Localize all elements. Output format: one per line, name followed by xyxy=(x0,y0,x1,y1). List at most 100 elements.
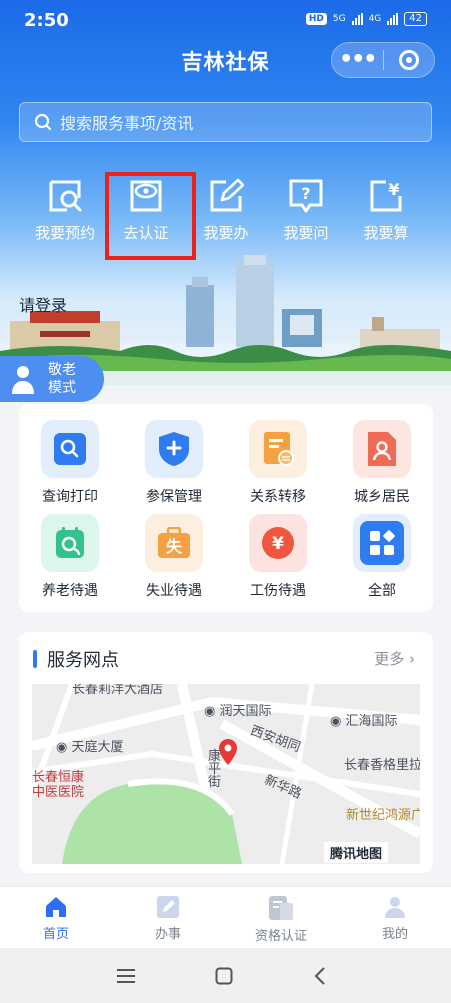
service-unemployment[interactable]: 失 失业待遇 xyxy=(129,514,219,600)
tab-mine[interactable]: 我的 xyxy=(339,887,451,949)
map-label-huihai: ◉ 汇海国际 xyxy=(330,714,398,729)
service-tile xyxy=(41,514,99,572)
service-pension[interactable]: 养老待遇 xyxy=(25,514,115,600)
system-navigation-bar xyxy=(0,948,451,1003)
map-label-changchun-xiang: 长春香格里拉 xyxy=(344,758,420,773)
quick-action-handle[interactable]: 我要办 xyxy=(186,178,266,243)
pension-icon xyxy=(56,527,84,558)
battery-icon: 42 xyxy=(404,12,427,26)
search-placeholder: 搜索服务事项/资讯 xyxy=(60,114,194,133)
tab-label: 办事 xyxy=(154,927,181,942)
service-tile: ¥ xyxy=(249,514,307,572)
quick-action-label: 我要问 xyxy=(283,224,329,242)
more-options-icon[interactable]: ••• xyxy=(332,49,383,71)
tab-label: 首页 xyxy=(42,927,69,942)
search-icon xyxy=(34,113,52,131)
service-label: 工伤待遇 xyxy=(250,583,306,599)
map-view[interactable]: 长春莉洋大酒店 ◉ 润天国际 ◉ 汇海国际 ◉ 天庭大厦 西安胡同 康平街 长春… xyxy=(32,684,420,864)
tencent-map-logo: 腾讯地图 xyxy=(324,842,389,863)
elder-person-icon xyxy=(12,366,34,394)
calendar-search-icon xyxy=(49,180,82,212)
status-indicators: HD 5G 4G 42 xyxy=(305,12,427,26)
svg-text:失: 失 xyxy=(166,537,183,556)
tab-label: 我的 xyxy=(381,927,408,942)
tencent-map-logo-text: 腾讯地图 xyxy=(330,847,383,862)
services-card: 查询打印 参保管理 关系转移 城乡居民 养老待遇 失 失业待遇 ¥ 工伤待遇 全… xyxy=(19,404,433,612)
target-icon xyxy=(398,50,419,70)
unemployment-icon: 失 xyxy=(158,527,190,558)
map-label-top: 长春莉洋大酒店 xyxy=(72,684,164,697)
transfer-document-icon xyxy=(264,432,294,466)
quick-action-calculate[interactable]: ¥ 我要算 xyxy=(346,178,426,243)
service-tile xyxy=(249,420,307,478)
service-urban-rural-residents[interactable]: 城乡居民 xyxy=(337,420,427,506)
resident-icon xyxy=(368,432,396,466)
signal-icon-2 xyxy=(387,13,399,25)
service-query-print[interactable]: 查询打印 xyxy=(25,420,115,506)
tab-qualification[interactable]: 资格认证 xyxy=(225,887,337,949)
svg-text:¥: ¥ xyxy=(272,534,284,554)
more-link[interactable]: 更多 › xyxy=(374,648,415,669)
chevron-right-icon: › xyxy=(409,650,415,668)
quick-action-label: 我要预约 xyxy=(34,224,95,242)
service-label: 关系转移 xyxy=(250,489,306,505)
service-outlets-card: 服务网点 更多 › 长春莉洋大酒店 ◉ 润天国际 ◉ 汇海国际 ◉ 天庭大厦 西… xyxy=(19,632,433,873)
recent-apps-icon[interactable] xyxy=(117,968,135,984)
pencil-square-icon xyxy=(157,896,179,918)
service-injury[interactable]: ¥ 工伤待遇 xyxy=(233,514,323,600)
highlight-box xyxy=(105,172,196,260)
tab-home[interactable]: 首页 xyxy=(0,887,112,949)
back-icon[interactable] xyxy=(313,967,327,985)
section-accent-bar xyxy=(33,650,37,668)
service-tile xyxy=(145,420,203,478)
service-label: 养老待遇 xyxy=(42,583,98,599)
question-icon: ? xyxy=(289,179,323,213)
service-tile xyxy=(41,420,99,478)
hd-badge: HD xyxy=(305,13,327,25)
service-tile xyxy=(353,420,411,478)
grid-icon xyxy=(360,521,404,565)
search-input[interactable]: 搜索服务事项/资讯 xyxy=(19,102,432,142)
quick-action-label: 我要办 xyxy=(203,224,249,242)
injury-yuan-icon: ¥ xyxy=(262,527,294,559)
map-label-runtian-text: 润天国际 xyxy=(219,704,272,719)
home-icon xyxy=(46,897,66,917)
user-icon xyxy=(385,897,405,918)
hero-banner: 2:50 HD 5G 4G 42 吉林社保 ••• 搜索服务事项/资讯 我要预约… xyxy=(0,0,451,400)
shield-plus-icon xyxy=(159,432,189,466)
map-label-hengkang: 长春恒康中医医院 xyxy=(32,770,85,800)
svg-text:?: ? xyxy=(301,184,310,203)
quick-action-label: 我要算 xyxy=(363,224,409,242)
map-label-xinshiji: 新世纪鸿源广场 xyxy=(346,808,420,823)
service-insurance-management[interactable]: 参保管理 xyxy=(129,420,219,506)
tab-label: 资格认证 xyxy=(254,929,307,944)
service-all[interactable]: 全部 xyxy=(337,514,427,600)
status-time: 2:50 xyxy=(24,10,69,31)
svg-text:¥: ¥ xyxy=(388,180,399,199)
signal-icon xyxy=(351,13,363,25)
id-card-icon xyxy=(269,896,293,920)
close-mini-program-button[interactable] xyxy=(383,50,434,70)
mini-program-capsule: ••• xyxy=(331,42,435,78)
elder-mode-line2: 模式 xyxy=(48,380,76,396)
tab-affairs[interactable]: 办事 xyxy=(112,887,224,949)
quick-action-ask[interactable]: ? 我要问 xyxy=(266,178,346,243)
service-relation-transfer[interactable]: 关系转移 xyxy=(233,420,323,506)
service-tile xyxy=(353,514,411,572)
map-pin-icon xyxy=(219,739,237,765)
service-label: 参保管理 xyxy=(146,489,202,505)
map-label-tianting: ◉ 天庭大厦 xyxy=(56,740,124,755)
service-tile: 失 xyxy=(145,514,203,572)
quick-action-appointment[interactable]: 我要预约 xyxy=(25,178,105,243)
section-title: 服务网点 xyxy=(47,650,119,671)
service-label: 失业待遇 xyxy=(146,583,202,599)
network-label: 5G xyxy=(332,14,346,24)
login-link[interactable]: 请登录 xyxy=(19,292,67,316)
home-button-icon[interactable] xyxy=(215,967,233,985)
service-label: 全部 xyxy=(368,583,396,599)
elder-mode-button[interactable]: 敬老 模式 xyxy=(0,356,104,402)
service-label: 城乡居民 xyxy=(354,489,410,505)
network-label-2: 4G xyxy=(368,14,382,24)
map-label-runtian: ◉ 润天国际 xyxy=(204,704,272,719)
elder-mode-label: 敬老 模式 xyxy=(48,361,76,397)
